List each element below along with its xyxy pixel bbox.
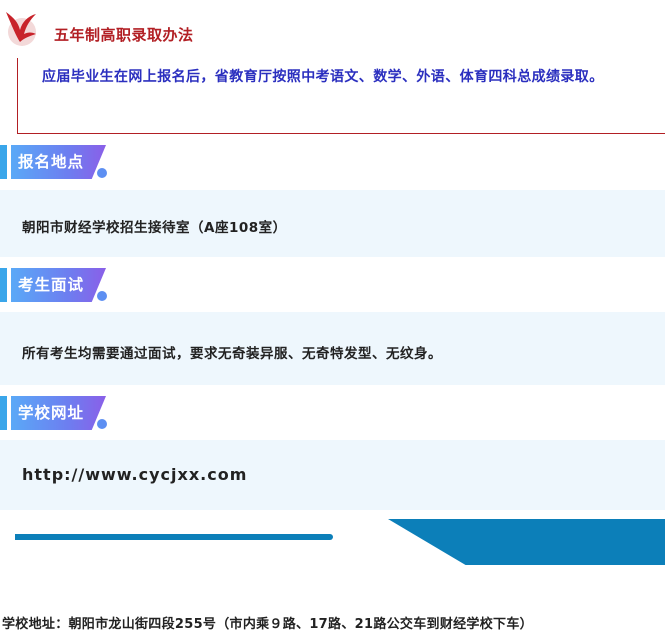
interview-requirements-text: 所有考生均需要通过面试，要求无奇装异服、无奇特发型、无纹身。 bbox=[22, 346, 442, 362]
section-body-school-website: http://www.cycjxx.com bbox=[0, 440, 665, 510]
section-body-interview: 所有考生均需要通过面试，要求无奇装异服、无奇特发型、无纹身。 bbox=[0, 312, 665, 385]
section-header-school-website: 学校网址 bbox=[0, 396, 120, 436]
section-header-tag: 学校网址 bbox=[11, 396, 106, 430]
registration-location-text: 朝阳市财经学校招生接待室（A座108室） bbox=[22, 220, 287, 236]
school-website-link[interactable]: http://www.cycjxx.com bbox=[22, 465, 247, 484]
school-address-text: 学校地址：朝阳市龙山街四段255号（市内乘９路、17路、21路公交车到财经学校下… bbox=[2, 617, 533, 632]
section-header-accent-bar bbox=[0, 145, 7, 179]
decorative-shape bbox=[388, 519, 665, 565]
section-header-accent-bar bbox=[0, 396, 7, 430]
section-heading-text: 学校网址 bbox=[18, 404, 85, 422]
section-header-dot bbox=[97, 291, 107, 301]
section-body-registration-location: 朝阳市财经学校招生接待室（A座108室） bbox=[0, 190, 665, 257]
section-heading-text: 报名地点 bbox=[18, 153, 85, 171]
admission-method-text: 应届毕业生在网上报名后，省教育厅按照中考语文、数学、外语、体育四科总成绩录取。 bbox=[42, 69, 604, 85]
red-bird-logo-icon bbox=[2, 8, 42, 46]
section-header-dot bbox=[97, 168, 107, 178]
decorative-line bbox=[15, 534, 333, 540]
section-header-dot bbox=[97, 419, 107, 429]
section-header-registration-location: 报名地点 bbox=[0, 145, 120, 185]
section-header-interview: 考生面试 bbox=[0, 268, 120, 308]
section-header-tag: 考生面试 bbox=[11, 268, 106, 302]
section-heading-text: 考生面试 bbox=[18, 276, 85, 294]
admission-method-title: 五年制高职录取办法 bbox=[54, 26, 194, 44]
section-header-tag: 报名地点 bbox=[11, 145, 106, 179]
section-header-accent-bar bbox=[0, 268, 7, 302]
